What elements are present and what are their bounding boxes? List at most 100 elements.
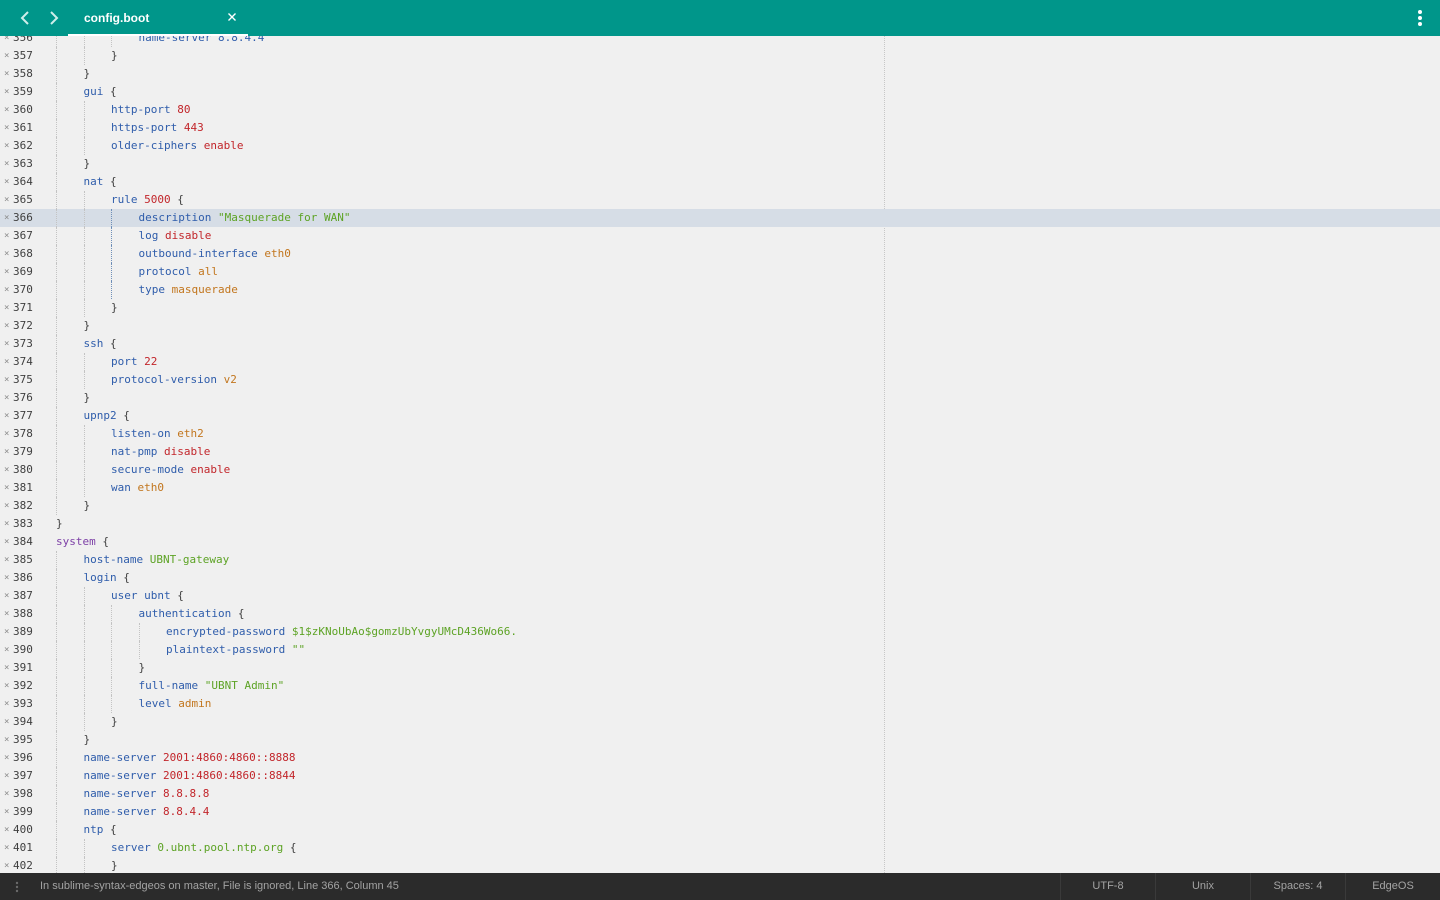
indent-guide — [56, 569, 57, 587]
code-token: } — [83, 319, 91, 332]
code-line[interactable]: × 385 host-name UBNT-gateway — [0, 551, 1440, 569]
code-line[interactable]: × 375 protocol-version v2 — [0, 371, 1440, 389]
code-token: wan — [111, 481, 131, 494]
code-line[interactable]: × 372} — [0, 317, 1440, 335]
code-line[interactable]: × 381 wan eth0 — [0, 479, 1440, 497]
code-line[interactable]: × 392 full-name "UBNT Admin" — [0, 677, 1440, 695]
tab-config-boot[interactable]: config.boot — [68, 0, 248, 36]
code-line[interactable]: × 376} — [0, 389, 1440, 407]
code-line[interactable]: × 386 login { — [0, 569, 1440, 587]
code-token: } — [111, 49, 118, 62]
code-line[interactable]: × 399 name-server 8.8.4.4 — [0, 803, 1440, 821]
line-number: 371 — [13, 301, 33, 314]
code-line[interactable]: × 401 server 0.ubnt.pool.ntp.org { — [0, 839, 1440, 857]
code-line[interactable]: × 356 name-server 8.8.4.4 — [0, 36, 1440, 47]
code-line[interactable]: × 383} — [0, 515, 1440, 533]
git-modified-marker: × — [4, 87, 10, 97]
encoding-indicator[interactable]: UTF-8 — [1060, 873, 1155, 900]
code-line[interactable]: × 357} — [0, 47, 1440, 65]
code-token: http-port — [111, 103, 171, 116]
status-panel-handle[interactable] — [15, 881, 19, 893]
code-line[interactable]: × 365 rule 5000 { — [0, 191, 1440, 209]
code-text: name-server 8.8.4.4 — [139, 36, 265, 47]
git-modified-marker: × — [4, 699, 10, 709]
code-text: user ubnt { — [111, 587, 184, 605]
code-line[interactable]: × 368 outbound-interface eth0 — [0, 245, 1440, 263]
code-token: $1$zKNoUbAo$gomzUbYvgyUMcD436Wo66. — [291, 625, 518, 638]
indent-guide — [56, 479, 57, 497]
indentation-indicator[interactable]: Spaces: 4 — [1250, 873, 1345, 900]
code-text: https-port 443 — [111, 119, 204, 137]
code-line[interactable]: × 373 ssh { — [0, 335, 1440, 353]
code-line[interactable]: × 361 https-port 443 — [0, 119, 1440, 137]
indent-guide — [56, 749, 57, 767]
tab-close-button[interactable] — [225, 10, 239, 24]
code-line[interactable]: × 396 name-server 2001:4860:4860::8888 — [0, 749, 1440, 767]
code-token: 22 — [144, 355, 158, 368]
back-button[interactable] — [17, 9, 35, 27]
code-line[interactable]: × 379 nat-pmp disable — [0, 443, 1440, 461]
code-token: outbound-interface — [138, 247, 258, 260]
more-vertical-icon — [1418, 10, 1422, 26]
code-line[interactable]: × 397 name-server 2001:4860:4860::8844 — [0, 767, 1440, 785]
code-line[interactable]: × 370 type masquerade — [0, 281, 1440, 299]
code-line[interactable]: × 380 secure-mode enable — [0, 461, 1440, 479]
indent-guide — [56, 281, 57, 299]
code-line[interactable]: × 390 plaintext-password "" — [0, 641, 1440, 659]
line-number: 391 — [13, 661, 33, 674]
syntax-indicator[interactable]: EdgeOS — [1345, 873, 1440, 900]
code-token: eth0 — [137, 481, 165, 494]
forward-button[interactable] — [44, 9, 62, 27]
code-line[interactable]: × 391} — [0, 659, 1440, 677]
line-number: 360 — [13, 103, 33, 116]
code-editor[interactable]: × 356 name-server 8.8.4.4 × 357} × 358} × 359 gui… — [0, 36, 1440, 873]
code-line[interactable]: × 377 upnp2 { — [0, 407, 1440, 425]
git-modified-marker: × — [4, 303, 10, 313]
line-endings-indicator[interactable]: Unix — [1155, 873, 1250, 900]
code-line[interactable]: × 363} — [0, 155, 1440, 173]
line-number: 362 — [13, 139, 33, 152]
code-line[interactable]: × 371} — [0, 299, 1440, 317]
code-text: protocol all — [139, 263, 218, 281]
code-line[interactable]: × 360 http-port 80 — [0, 101, 1440, 119]
code-line[interactable]: × 382} — [0, 497, 1440, 515]
code-line[interactable]: × 358} — [0, 65, 1440, 83]
code-line[interactable]: × 388 authentication { — [0, 605, 1440, 623]
menu-button[interactable] — [1412, 9, 1428, 27]
code-line[interactable]: × 400 ntp { — [0, 821, 1440, 839]
code-token: plaintext-password — [166, 643, 286, 656]
git-modified-marker: × — [4, 69, 10, 79]
code-line[interactable]: × 395} — [0, 731, 1440, 749]
code-line[interactable]: × 394} — [0, 713, 1440, 731]
git-modified-marker: × — [4, 537, 10, 547]
code-token: rule — [111, 193, 138, 206]
line-number: 387 — [13, 589, 33, 602]
code-line[interactable]: × 367 log disable — [0, 227, 1440, 245]
code-line[interactable]: × 387 user ubnt { — [0, 587, 1440, 605]
code-line[interactable]: × 359 gui { — [0, 83, 1440, 101]
code-text: name-server 2001:4860:4860::8888 — [84, 749, 296, 767]
code-line[interactable]: × 369 protocol all — [0, 263, 1440, 281]
code-line[interactable]: × 378 listen-on eth2 — [0, 425, 1440, 443]
code-line[interactable]: × 366 description "Masquerade for WAN" — [0, 209, 1440, 227]
indent-guide — [111, 263, 112, 281]
code-line[interactable]: × 389 encrypted-password $1$zKNoUbAo$gomzU… — [0, 623, 1440, 641]
code-line[interactable]: × 362 older-ciphers enable — [0, 137, 1440, 155]
indent-guide — [83, 695, 85, 713]
code-line[interactable]: × 402} — [0, 857, 1440, 873]
line-number: 399 — [13, 805, 33, 818]
code-token: { — [170, 589, 184, 602]
code-line[interactable]: × 364 nat { — [0, 173, 1440, 191]
code-line[interactable]: × 384 system { — [0, 533, 1440, 551]
git-modified-marker: × — [4, 663, 10, 673]
git-modified-marker: × — [4, 645, 10, 655]
code-token: port — [111, 355, 138, 368]
code-line[interactable]: × 398 name-server 8.8.8.8 — [0, 785, 1440, 803]
code-line[interactable]: × 374 port 22 — [0, 353, 1440, 371]
git-modified-marker: × — [4, 609, 10, 619]
code-line[interactable]: × 393 level admin — [0, 695, 1440, 713]
indent-guide — [83, 119, 85, 137]
code-token: } — [111, 301, 118, 314]
